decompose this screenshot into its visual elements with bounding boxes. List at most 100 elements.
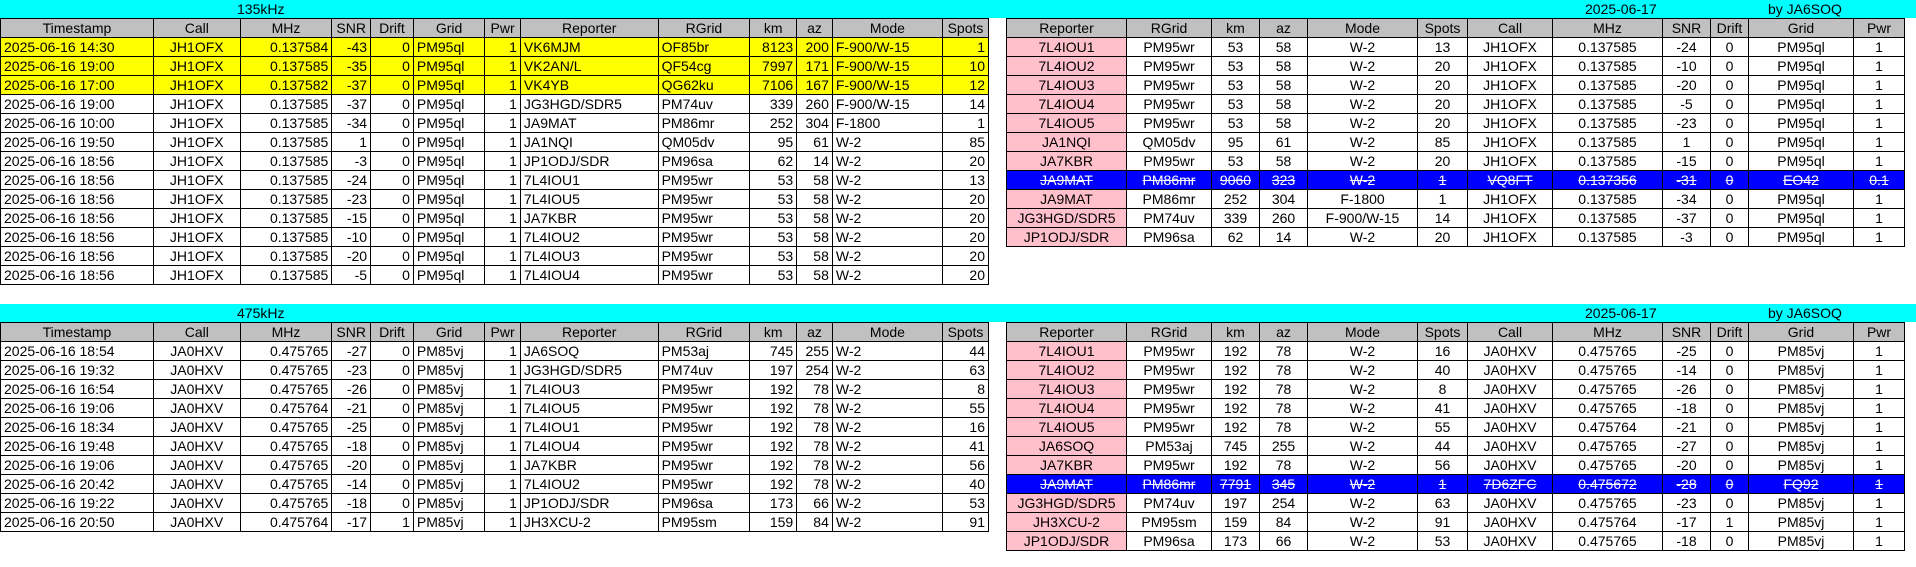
cell-snr: -34 [1662, 189, 1711, 209]
column-header-mhz: MHz [239, 18, 333, 38]
cell-mode: F-900/W-15 [831, 94, 943, 114]
cell-az: 78 [796, 417, 833, 437]
column-header-grid: Grid [1748, 322, 1854, 342]
cell-mhz: 0.137585 [239, 170, 333, 190]
band1-right-header: 2025-06-17 by JA6SOQ [1006, 0, 1916, 18]
cell-spots: 20 [941, 151, 990, 171]
cell-grid: PM85vj [412, 455, 486, 475]
cell-mhz: 0.137585 [1552, 227, 1663, 247]
cell-grid: PM85vj [1748, 379, 1854, 399]
cell-grid: PM95ql [1748, 189, 1854, 209]
cell-grid: EO42 [1748, 170, 1854, 190]
cell-rgrid: PM95wr [1126, 398, 1212, 418]
cell-call: JA0HXV [1467, 436, 1553, 456]
cell-mhz: 0.137585 [239, 265, 333, 285]
cell-rgrid: QG62ku [657, 75, 751, 95]
cell-snr: -23 [331, 189, 372, 209]
cell-reporter: JP1ODJ/SDR [519, 493, 659, 513]
cell-mode: W-2 [831, 132, 943, 152]
cell-mhz: 0.137585 [239, 113, 333, 133]
cell-reporter: 7L4IOU1 [1006, 37, 1127, 57]
band2-by: by JA6SOQ [1768, 305, 1842, 321]
cell-snr: -18 [331, 493, 372, 513]
cell-timestamp: 2025-06-16 19:22 [0, 493, 154, 513]
cell-mode: F-1800 [1307, 189, 1418, 209]
cell-km: 252 [749, 113, 798, 133]
table-row: 2025-06-16 14:30 JH1OFX 0.137584 -43 0 PM95ql… [0, 37, 990, 57]
cell-call: JA0HXV [1467, 455, 1553, 475]
table-row: 2025-06-16 19:00 JH1OFX 0.137585 -37 0 PM95ql… [0, 94, 990, 114]
column-header-call: Call [152, 18, 241, 38]
cell-rgrid: PM95wr [1126, 341, 1212, 361]
cell-mode: W-2 [1307, 398, 1418, 418]
cell-snr: -21 [331, 398, 372, 418]
cell-rgrid: PM95wr [657, 474, 751, 494]
cell-call: JA0HXV [152, 341, 241, 361]
cell-spots: 16 [941, 417, 990, 437]
cell-az: 78 [1259, 417, 1308, 437]
cell-km: 745 [1211, 436, 1260, 456]
cell-reporter: 7L4IOU2 [1006, 56, 1127, 76]
column-header-reporter: Reporter [519, 322, 659, 342]
cell-mode: W-2 [831, 455, 943, 475]
cell-grid: PM85vj [1748, 417, 1854, 437]
table-row: 2025-06-16 16:54 JA0HXV 0.475765 -26 0 PM85vj… [0, 379, 990, 399]
cell-reporter: 7L4IOU5 [519, 398, 659, 418]
cell-rgrid: PM74uv [1126, 208, 1212, 228]
cell-grid: PM85vj [412, 474, 486, 494]
cell-az: 171 [796, 56, 833, 76]
cell-snr: -27 [331, 341, 372, 361]
cell-rgrid: PM95wr [657, 265, 751, 285]
cell-rgrid: PM95sm [1126, 512, 1212, 532]
cell-mode: W-2 [831, 417, 943, 437]
cell-spots: 13 [1417, 37, 1468, 57]
cell-pwr: 1 [1853, 341, 1905, 361]
cell-drift: 1 [370, 512, 414, 532]
table-row: 2025-06-16 18:56 JH1OFX 0.137585 -24 0 PM95ql… [0, 170, 990, 190]
cell-spots: 55 [1417, 417, 1468, 437]
table-row: JG3HGD/SDR5 PM74uv 197 254 W-2 63 JA0HXV 0.4757… [1006, 493, 1905, 513]
column-header-mhz: MHz [1552, 18, 1663, 38]
cell-reporter: JA6SOQ [519, 341, 659, 361]
cell-snr: -26 [1662, 379, 1711, 399]
table-row: 2025-06-16 20:50 JA0HXV 0.475764 -17 1 PM85vj… [0, 512, 990, 532]
cell-reporter: 7L4IOU4 [519, 265, 659, 285]
cell-timestamp: 2025-06-16 18:54 [0, 341, 154, 361]
cell-reporter: 7L4IOU5 [1006, 417, 1127, 437]
column-header-grid: Grid [412, 322, 486, 342]
cell-call: VQ8FT [1467, 170, 1553, 190]
cell-snr: -17 [331, 512, 372, 532]
cell-reporter: JA9MAT [519, 113, 659, 133]
cell-mhz: 0.137585 [239, 151, 333, 171]
cell-drift: 0 [370, 493, 414, 513]
cell-spots: 20 [1417, 75, 1468, 95]
cell-km: 53 [1211, 113, 1260, 133]
cell-reporter: 7L4IOU3 [1006, 379, 1127, 399]
cell-grid: PM85vj [1748, 341, 1854, 361]
cell-pwr: 1 [1853, 151, 1905, 171]
cell-km: 53 [1211, 151, 1260, 171]
cell-snr: -43 [331, 37, 372, 57]
cell-km: 53 [1211, 75, 1260, 95]
cell-az: 304 [796, 113, 833, 133]
cell-call: JA0HXV [1467, 360, 1553, 380]
column-header-grid: Grid [1748, 18, 1854, 38]
cell-mhz: 0.475765 [1552, 531, 1663, 551]
cell-reporter: 7L4IOU1 [1006, 341, 1127, 361]
cell-reporter: VK2AN/L [519, 56, 659, 76]
cell-pwr: 1 [484, 113, 521, 133]
cell-snr: -28 [1662, 474, 1711, 494]
cell-pwr: 1 [1853, 113, 1905, 133]
cell-spots: 20 [941, 246, 990, 266]
cell-rgrid: QF54cg [657, 56, 751, 76]
cell-az: 254 [1259, 493, 1308, 513]
column-header-timestamp: Timestamp [0, 322, 154, 342]
cell-drift: 0 [1710, 132, 1749, 152]
cell-rgrid: PM53aj [1126, 436, 1212, 456]
cell-reporter: 7L4IOU4 [1006, 398, 1127, 418]
column-header-pwr: Pwr [1853, 322, 1905, 342]
cell-timestamp: 2025-06-16 10:00 [0, 113, 154, 133]
cell-snr: -37 [331, 94, 372, 114]
cell-rgrid: PM95wr [657, 208, 751, 228]
cell-mode: W-2 [1307, 455, 1418, 475]
